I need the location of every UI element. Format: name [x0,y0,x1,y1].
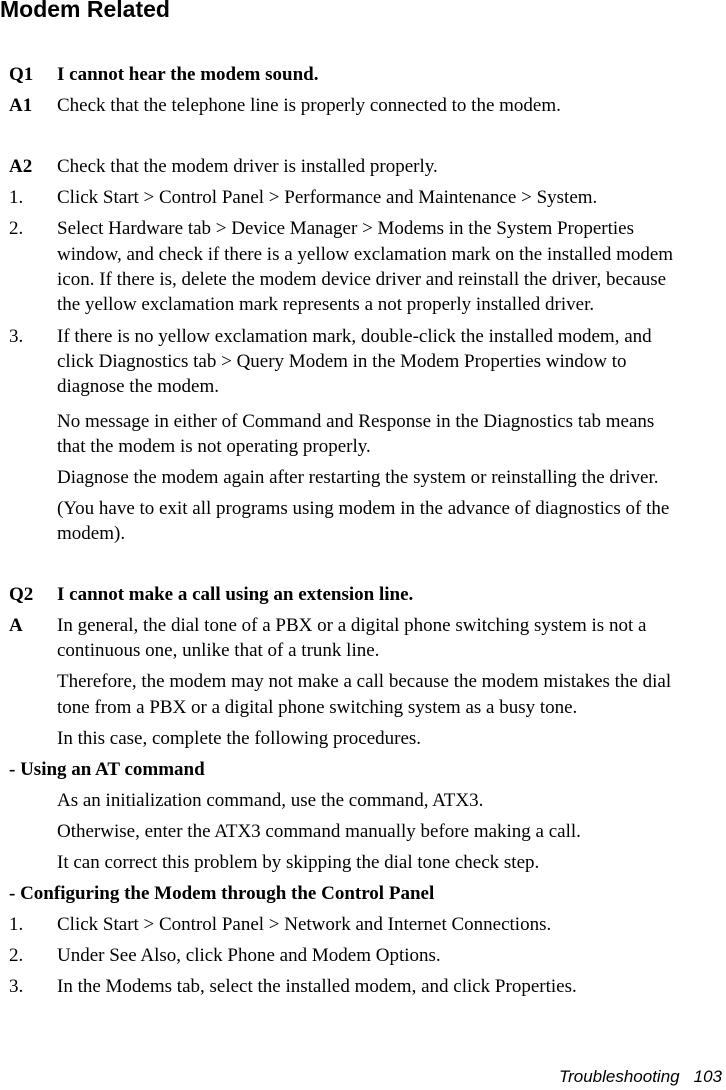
page-title: Modem Related [0,0,170,22]
note-text: Diagnose the modem again after restartin… [57,467,659,488]
step-text: In the Modems tab, select the installed … [57,976,577,997]
note-text: that the modem is not operating properly… [57,436,371,457]
step-number: 2. [9,218,24,239]
step-text: Select Hardware tab > Device Manager > M… [57,218,635,239]
note-text: No message in either of Command and Resp… [57,411,655,432]
page-number: 103 [693,1067,722,1086]
step-number: 2. [9,945,24,966]
step-text: Under See Also, click Phone and Modem Op… [57,945,441,966]
answer-text: Check that the telephone line is properl… [57,95,561,116]
answer-text: In general, the dial tone of a PBX or a … [57,615,647,636]
step-number: 3. [9,326,24,347]
step-text: window, and check if there is a yellow e… [57,244,674,265]
step-text: Click Start > Control Panel > Network an… [57,914,552,935]
answer-text: continuous one, unlike that of a trunk l… [57,640,380,661]
step-number: 3. [9,976,24,997]
step-text: the yellow exclamation mark represents a… [57,294,595,315]
note-text: (You have to exit all programs using mod… [57,498,670,519]
answer-label: A1 [9,95,33,116]
at-command-line: As an initialization command, use the co… [57,790,484,811]
answer-text: In this case, complete the following pro… [57,728,422,749]
question-label: Q2 [9,584,34,605]
answer-text: Therefore, the modem may not make a call… [57,671,672,692]
control-panel-heading: - Configuring the Modem through the Cont… [9,883,435,904]
note-text: modem). [57,523,126,544]
step-text: diagnose the modem. [57,376,219,397]
at-command-heading: - Using an AT command [9,759,205,780]
step-text: Click Start > Control Panel > Performanc… [57,187,598,208]
answer-label: A2 [9,156,33,177]
step-text: If there is no yellow exclamation mark, … [57,326,652,347]
step-text: icon. If there is, delete the modem devi… [57,269,667,290]
step-number: 1. [9,187,24,208]
answer-text: Check that the modem driver is installed… [57,156,438,177]
page-footer: Troubleshooting 103 [559,1067,722,1087]
answer-label: A [9,615,23,636]
at-command-line: It can correct this problem by skipping … [57,852,540,873]
question-text: I cannot hear the modem sound. [57,64,319,85]
question-text: I cannot make a call using an extension … [57,584,414,605]
at-command-line: Otherwise, enter the ATX3 command manual… [57,821,581,842]
question-label: Q1 [9,64,34,85]
footer-section: Troubleshooting [558,1067,680,1086]
answer-text: tone from a PBX or a digital phone switc… [57,697,578,718]
step-number: 1. [9,914,24,935]
step-text: click Diagnostics tab > Query Modem in t… [57,351,627,372]
